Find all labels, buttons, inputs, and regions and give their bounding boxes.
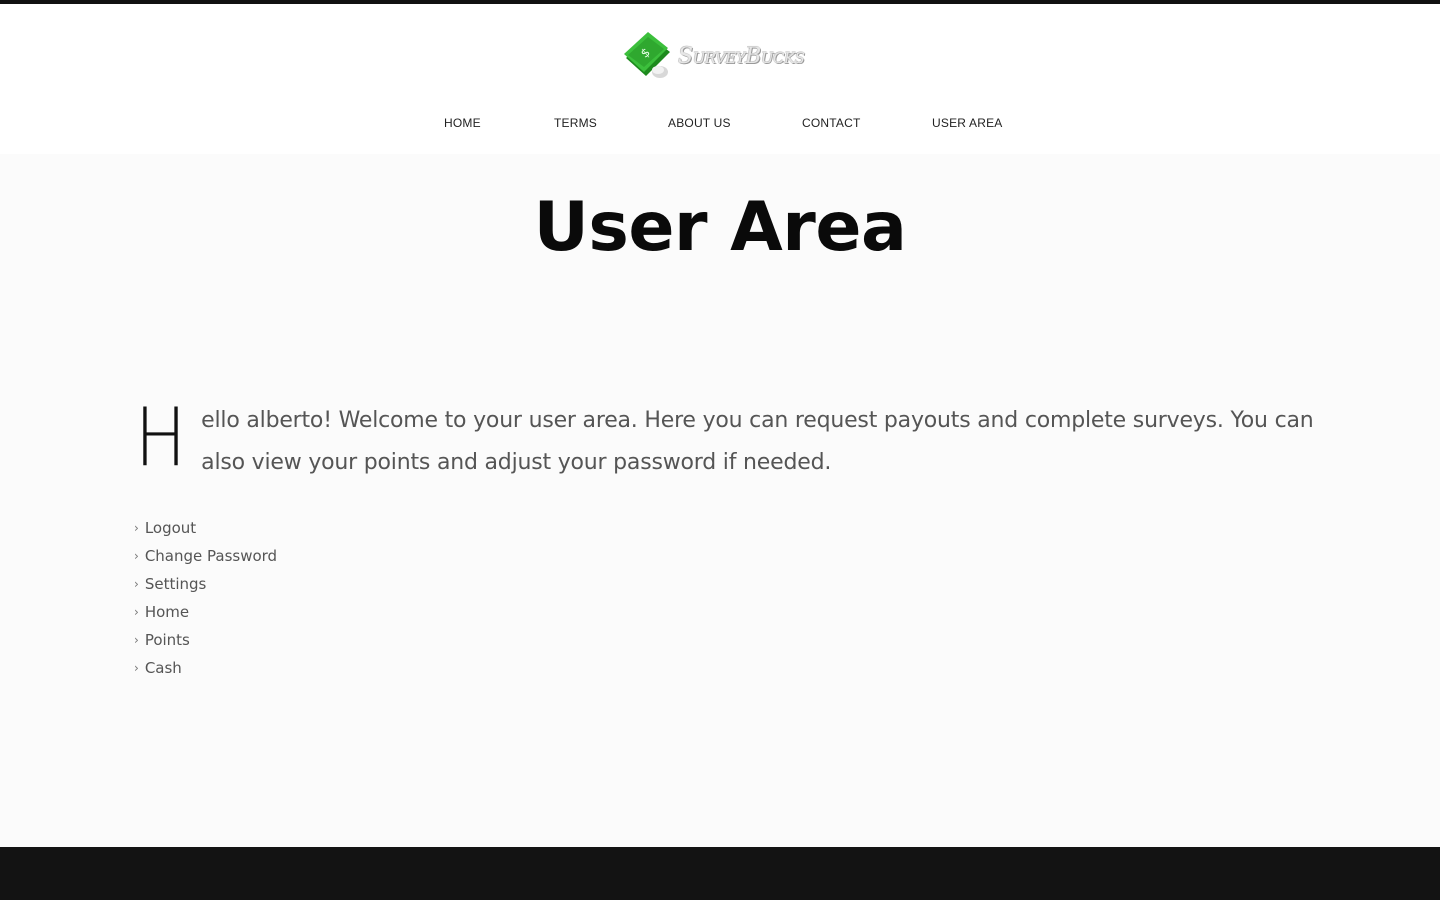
chevron-right-icon: ›: [134, 549, 139, 563]
menu-item-home: › Home: [134, 598, 277, 626]
site-logo[interactable]: $ SurveyBucks: [620, 30, 830, 82]
nav-home[interactable]: HOME: [444, 109, 481, 137]
settings-link[interactable]: Settings: [145, 575, 207, 593]
chevron-right-icon: ›: [134, 661, 139, 675]
nav-contact[interactable]: CONTACT: [802, 109, 861, 137]
menu-item-logout: › Logout: [134, 514, 277, 542]
chevron-right-icon: ›: [134, 521, 139, 535]
brand-name: SurveyBucks: [678, 43, 805, 69]
drop-cap: H: [135, 391, 187, 484]
cash-link[interactable]: Cash: [145, 659, 182, 677]
nav-about-us[interactable]: ABOUT US: [668, 109, 731, 137]
menu-item-change-password: › Change Password: [134, 542, 277, 570]
home-link[interactable]: Home: [145, 603, 189, 621]
menu-item-cash: › Cash: [134, 654, 277, 682]
chevron-right-icon: ›: [134, 577, 139, 591]
main-nav: HOME TERMS ABOUT US CONTACT USER AREA: [0, 109, 1440, 139]
points-link[interactable]: Points: [145, 631, 190, 649]
menu-item-settings: › Settings: [134, 570, 277, 598]
money-logo-icon: $: [624, 32, 670, 78]
site-footer: [0, 847, 1440, 900]
logout-link[interactable]: Logout: [145, 519, 196, 537]
page-title: User Area: [533, 188, 907, 267]
nav-terms[interactable]: TERMS: [554, 109, 597, 137]
menu-item-points: › Points: [134, 626, 277, 654]
welcome-message: H ello alberto! Welcome to your user are…: [135, 391, 1315, 484]
nav-user-area[interactable]: USER AREA: [932, 109, 1003, 137]
chevron-right-icon: ›: [134, 605, 139, 619]
chevron-right-icon: ›: [134, 633, 139, 647]
site-header: $ SurveyBucks HOME TERMS ABOUT US CONTAC…: [0, 4, 1440, 154]
welcome-text: ello alberto! Welcome to your user area.…: [201, 408, 1314, 475]
change-password-link[interactable]: Change Password: [145, 547, 277, 565]
user-menu: › Logout › Change Password › Settings › …: [134, 514, 277, 682]
